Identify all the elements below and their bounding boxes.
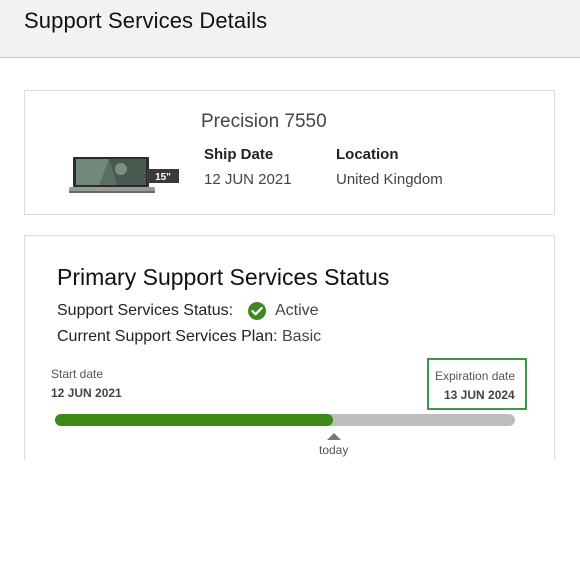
support-plan-label: Current Support Services Plan: xyxy=(57,328,278,345)
support-status-label: Support Services Status: xyxy=(57,302,234,319)
ship-date-value: 12 JUN 2021 xyxy=(204,171,292,188)
today-marker-icon xyxy=(327,433,341,440)
expiration-date-value: 13 JUN 2024 xyxy=(444,388,515,402)
product-name: Precision 7550 xyxy=(201,111,327,132)
support-status-title: Primary Support Services Status xyxy=(57,264,390,290)
coverage-progress-fill xyxy=(55,414,334,426)
location-value: United Kingdom xyxy=(336,171,443,188)
checkmark-icon xyxy=(248,302,266,320)
coverage-progress-bar xyxy=(55,414,515,426)
ship-date-label: Ship Date xyxy=(204,146,274,163)
page-header: Support Services Details xyxy=(0,0,580,58)
page-title: Support Services Details xyxy=(24,8,268,33)
start-date-label: Start date xyxy=(51,367,104,381)
support-plan-value: Basic xyxy=(282,328,322,345)
product-card: Precision 7550 15" Ship Date 12 JUN 2021… xyxy=(24,90,555,215)
expiration-date-box: Expiration date 13 JUN 2024 xyxy=(427,358,527,410)
support-status-value: Active xyxy=(275,302,319,319)
expiration-date-label: Expiration date xyxy=(435,369,516,383)
today-label: today xyxy=(319,443,349,457)
location-label: Location xyxy=(336,146,399,163)
laptop-image: 15" xyxy=(69,157,179,193)
screen-size-badge: 15" xyxy=(155,172,171,183)
support-status-card: Primary Support Services Status Support … xyxy=(24,235,555,476)
page-background xyxy=(0,460,580,563)
support-plan-line: Current Support Services Plan: Basic xyxy=(57,328,321,346)
start-date-value: 12 JUN 2021 xyxy=(51,386,122,400)
